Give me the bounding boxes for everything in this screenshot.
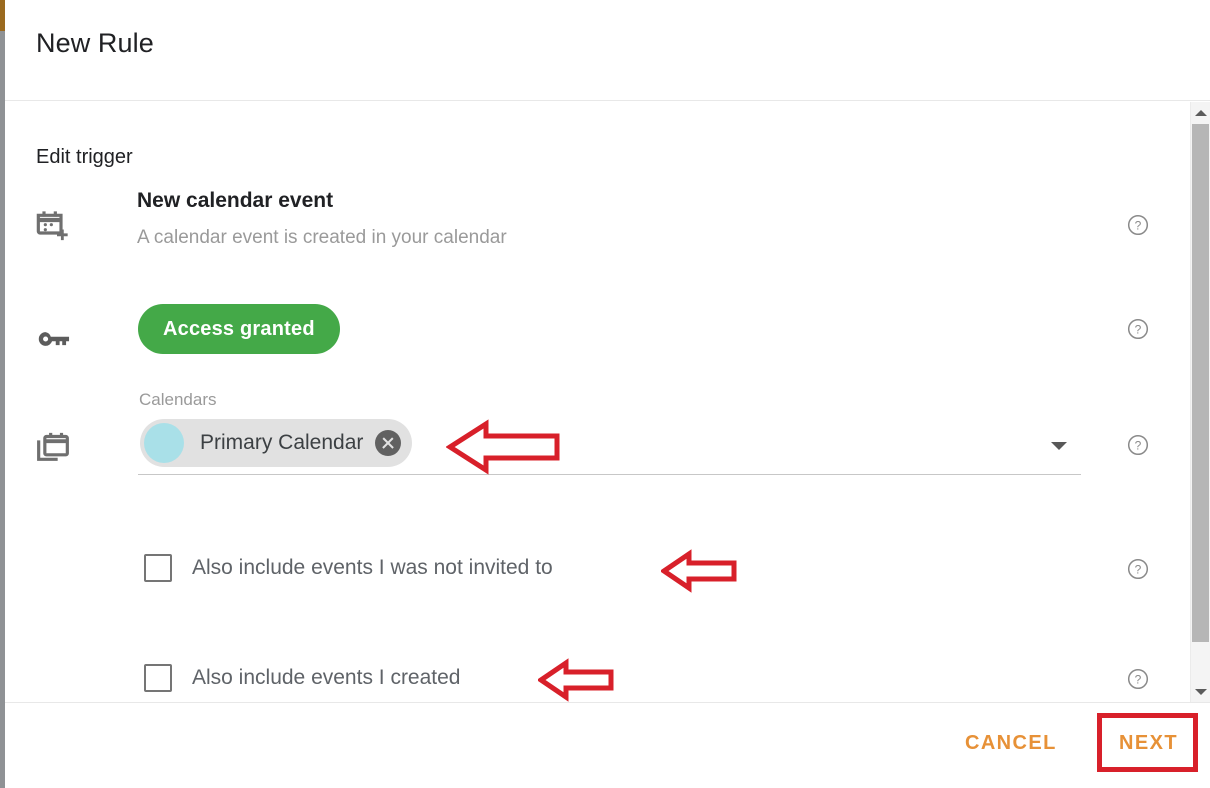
scrollbar-thumb[interactable] <box>1192 124 1209 642</box>
calendars-field: Calendars Primary Calendar <box>138 390 1081 475</box>
svg-text:?: ? <box>1135 323 1142 337</box>
help-icon-not-invited[interactable]: ? <box>1127 558 1149 580</box>
new-rule-dialog: New Rule Edit trigger New calendar event… <box>5 0 1210 788</box>
avatar <box>144 423 184 463</box>
svg-text:?: ? <box>1135 563 1142 577</box>
checkbox-box[interactable] <box>144 664 172 692</box>
calendar-add-icon <box>33 206 89 246</box>
help-icon-trigger[interactable]: ? <box>1127 214 1149 236</box>
trigger-text-block: New calendar event A calendar event is c… <box>137 188 507 251</box>
calendars-icon <box>33 428 89 468</box>
trigger-subtitle: A calendar event is created in your cale… <box>137 227 507 248</box>
checkbox-created[interactable]: Also include events I created <box>144 664 461 692</box>
access-row: Access granted ? <box>5 296 1210 392</box>
dialog-header: New Rule <box>5 0 1210 101</box>
calendar-chip-label: Primary Calendar <box>200 431 364 454</box>
scroll-down-arrow-icon[interactable] <box>1191 681 1210 702</box>
svg-text:?: ? <box>1135 439 1142 453</box>
help-icon-created[interactable]: ? <box>1127 668 1149 690</box>
dialog-footer: CANCEL NEXT <box>5 702 1210 788</box>
trigger-row[interactable]: New calendar event A calendar event is c… <box>5 188 1210 284</box>
access-status-badge[interactable]: Access granted <box>138 304 340 354</box>
calendar-chip[interactable]: Primary Calendar <box>140 419 413 467</box>
checkbox-box[interactable] <box>144 554 172 582</box>
cancel-button[interactable]: CANCEL <box>965 732 1057 755</box>
app-window: New Rule Edit trigger New calendar event… <box>0 0 1210 788</box>
option-row-created[interactable]: Also include events I created ? <box>5 632 1210 702</box>
scroll-up-arrow-icon[interactable] <box>1191 102 1210 123</box>
calendars-field-label: Calendars <box>139 390 217 409</box>
option-row-not-invited[interactable]: Also include events I was not invited to… <box>5 522 1210 630</box>
checkbox-not-invited[interactable]: Also include events I was not invited to <box>144 554 553 582</box>
checkbox-label: Also include events I was not invited to <box>192 556 553 579</box>
close-circle-icon[interactable] <box>375 430 402 456</box>
checkbox-label: Also include events I created <box>192 666 461 689</box>
trigger-title: New calendar event <box>137 189 334 212</box>
svg-text:?: ? <box>1135 219 1142 233</box>
calendars-select[interactable]: Primary Calendar <box>138 416 1081 475</box>
calendars-row: Calendars Primary Calendar ? <box>5 390 1210 500</box>
dialog-scroll-body: Edit trigger New calendar event A calend… <box>5 102 1210 702</box>
section-heading: Edit trigger <box>36 146 133 168</box>
help-icon-access[interactable]: ? <box>1127 318 1149 340</box>
help-icon-calendars[interactable]: ? <box>1127 434 1149 456</box>
chevron-down-icon[interactable] <box>1051 442 1067 450</box>
page-title: New Rule <box>36 28 154 58</box>
key-icon <box>33 318 89 360</box>
next-button[interactable]: NEXT <box>1119 732 1178 755</box>
vertical-scrollbar[interactable] <box>1190 102 1210 702</box>
svg-text:?: ? <box>1135 673 1142 687</box>
